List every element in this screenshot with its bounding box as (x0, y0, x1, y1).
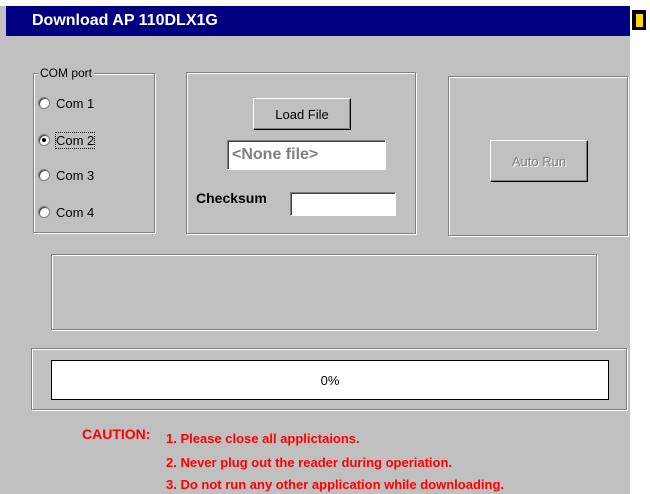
radio-com-3[interactable]: Com 3 (38, 166, 94, 184)
window-titlebar[interactable]: Download AP 110DLX1G (6, 6, 630, 36)
radio-com-4[interactable]: Com 4 (38, 203, 94, 221)
status-panel (51, 254, 597, 330)
window-title: Download AP 110DLX1G (32, 12, 218, 29)
radio-com-1[interactable]: Com 1 (38, 94, 94, 112)
radio-circle-selected-icon (38, 134, 50, 146)
caution-note-3: 3. Do not run any other application whil… (166, 477, 505, 492)
radio-label: Com 2 (54, 131, 96, 149)
checksum-field[interactable] (290, 192, 396, 216)
radio-label: Com 1 (56, 95, 95, 111)
progress-bar: 0% (51, 360, 609, 400)
radio-com-2[interactable]: Com 2 (38, 131, 96, 149)
radio-circle-icon (38, 206, 50, 218)
radio-label: Com 4 (56, 204, 95, 220)
caution-label: CAUTION: (82, 426, 151, 442)
caution-note-1: 1. Please close all applictaions. (166, 431, 360, 446)
checksum-label: Checksum (196, 190, 267, 206)
load-file-button[interactable]: Load File (253, 98, 351, 130)
radio-circle-icon (38, 97, 50, 109)
auto-run-button[interactable]: Auto Run (490, 140, 588, 182)
filename-field: <None file> (227, 140, 386, 170)
caution-note-2: 2. Never plug out the reader during oper… (166, 455, 453, 470)
exit-door-icon[interactable] (632, 10, 646, 30)
screen-edge-right (630, 0, 650, 494)
progress-text: 0% (320, 372, 340, 388)
radio-circle-icon (38, 169, 50, 181)
radio-label: Com 3 (56, 167, 95, 183)
com-port-group-title: COM port (38, 66, 95, 80)
